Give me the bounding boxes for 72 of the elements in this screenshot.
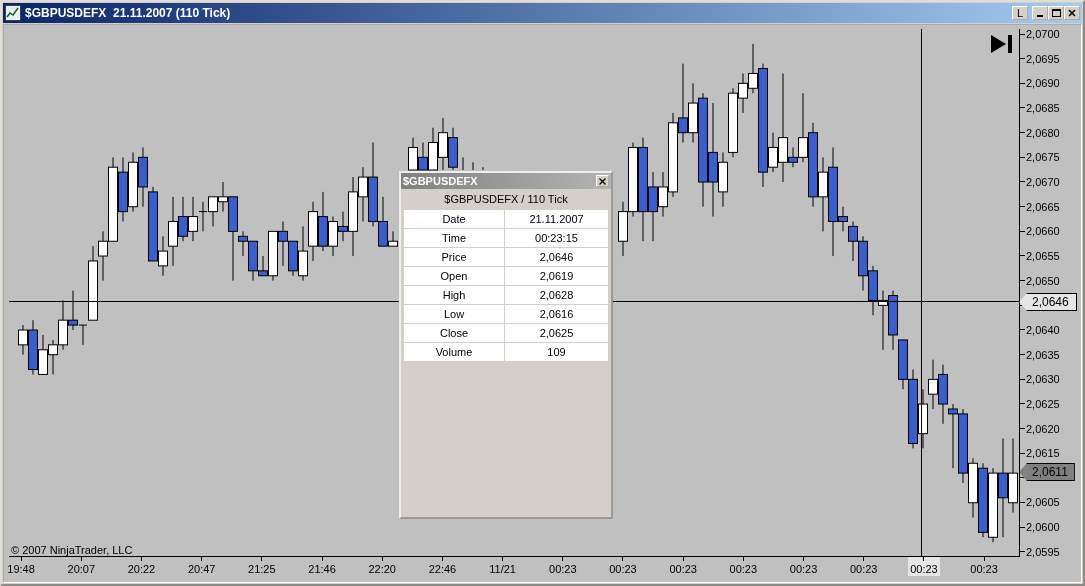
time-label: 21:46 xyxy=(306,557,338,576)
candlestick xyxy=(448,127,458,171)
maximize-button[interactable] xyxy=(1048,6,1064,20)
time-label: 22:20 xyxy=(366,557,398,576)
minimize-button[interactable] xyxy=(1032,6,1048,20)
candlestick xyxy=(858,235,868,292)
minimize-icon xyxy=(1037,15,1043,17)
close-button[interactable] xyxy=(1064,6,1080,20)
time-label: 00:23 xyxy=(847,557,880,576)
candlestick xyxy=(938,364,948,425)
field-label: Volume xyxy=(403,342,505,362)
time-label: 11/21 xyxy=(487,557,518,576)
candlestick xyxy=(408,137,418,171)
field-label: High xyxy=(403,285,505,305)
field-label: Price xyxy=(403,247,505,267)
candlestick xyxy=(278,221,288,267)
data-box-title: $GBPUSDEFX xyxy=(403,175,478,187)
candlestick xyxy=(38,334,48,375)
chart-icon xyxy=(5,5,21,21)
window-title: $GBPUSDEFX 21.11.2007 (110 Tick) xyxy=(25,6,232,20)
candlestick xyxy=(968,457,978,519)
time-label: 20:07 xyxy=(65,557,98,576)
field-label: Open xyxy=(403,266,505,286)
field-value: 109 xyxy=(504,342,609,362)
candlestick xyxy=(888,290,898,351)
candlestick xyxy=(438,117,448,171)
candlestick xyxy=(948,403,958,469)
chart-option-button[interactable]: L xyxy=(1012,6,1028,20)
field-value: 2,0625 xyxy=(504,323,609,343)
time-label: 22:46 xyxy=(426,557,459,576)
field-label: Low xyxy=(403,304,505,324)
candlestick xyxy=(918,388,928,449)
time-label: 00:23 xyxy=(727,557,760,576)
field-value: 2,0619 xyxy=(504,266,609,286)
time-label: 19:48 xyxy=(5,557,37,576)
time-label: 00:23 xyxy=(547,557,579,576)
field-value: 2,0616 xyxy=(504,304,609,324)
last-price-marker: 2,0611 xyxy=(1019,463,1075,481)
field-value: 00:23:15 xyxy=(504,228,609,248)
candlestick xyxy=(208,196,218,227)
candlestick xyxy=(138,147,148,208)
candlestick xyxy=(482,166,484,171)
time-label: 00:23 xyxy=(667,557,699,576)
maximize-icon xyxy=(1051,9,1061,17)
time-label: 00:23 xyxy=(607,557,639,576)
field-value: 2,0646 xyxy=(504,247,609,267)
time-label: 20:22 xyxy=(125,557,158,576)
close-button[interactable] xyxy=(596,175,609,187)
candlestick xyxy=(618,201,628,257)
field-label: Date xyxy=(403,209,505,229)
price-marker: 2,0646 xyxy=(1019,293,1077,311)
field-label: Time xyxy=(403,228,505,248)
close-icon xyxy=(599,177,606,185)
play-to-end-icon[interactable] xyxy=(991,35,1012,53)
candlestick xyxy=(118,156,128,222)
candlestick xyxy=(462,156,464,171)
field-value: 2,0628 xyxy=(504,285,609,305)
time-label: 00:23 xyxy=(968,557,1000,576)
data-box-header: $GBPUSDEFX / 110 Tick xyxy=(443,192,569,207)
time-label: 21:25 xyxy=(246,557,278,576)
candlestick xyxy=(878,290,888,351)
copyright-text: © 2007 NinjaTrader, LLC xyxy=(11,544,133,556)
field-value: 21.11.2007 xyxy=(504,209,609,229)
candlestick xyxy=(308,201,318,262)
close-icon xyxy=(1068,9,1076,17)
time-label: 00:23 xyxy=(908,557,940,576)
field-label: Close xyxy=(403,323,505,343)
time-label: 00:23 xyxy=(787,557,820,576)
candlestick xyxy=(928,359,938,410)
candlestick xyxy=(128,151,138,213)
time-label: 20:47 xyxy=(185,557,218,576)
candlestick xyxy=(868,265,878,316)
